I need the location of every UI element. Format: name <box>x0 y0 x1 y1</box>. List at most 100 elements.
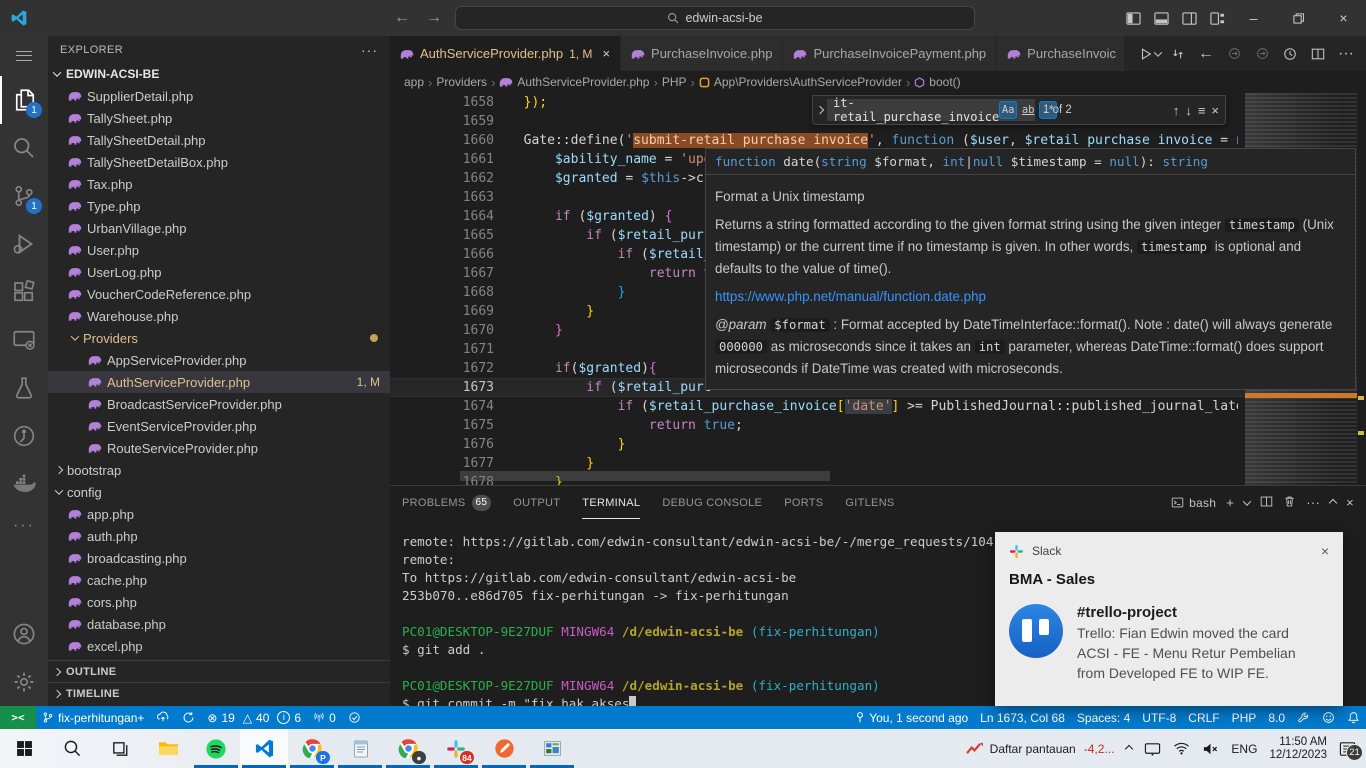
folder-row[interactable]: bootstrap <box>48 459 390 481</box>
file-row[interactable]: VoucherCodeReference.php <box>48 283 390 305</box>
nav-back-icon[interactable]: ← <box>391 9 413 27</box>
customize-layout-icon[interactable] <box>1203 4 1231 32</box>
problems-summary[interactable]: ⊗19 △40 i6 <box>201 711 307 725</box>
language-mode[interactable]: PHP <box>1226 711 1263 725</box>
command-center[interactable]: edwin-acsi-be <box>455 6 975 30</box>
more-views-icon[interactable]: ··· <box>0 508 48 544</box>
file-row[interactable]: TallySheet.php <box>48 107 390 129</box>
file-row[interactable]: BroadcastServiceProvider.php <box>48 393 390 415</box>
git-blame[interactable]: You, 1 second ago <box>849 711 974 725</box>
file-row[interactable]: EventServiceProvider.php <box>48 415 390 437</box>
breadcrumb-item[interactable]: PHP <box>662 75 687 89</box>
tray-expand-icon[interactable] <box>1125 744 1133 752</box>
breadcrumb-item[interactable]: AuthServiceProvider.php <box>499 75 649 89</box>
close-notification-icon[interactable]: × <box>1321 543 1329 559</box>
wifi-icon[interactable] <box>1173 742 1190 755</box>
sidebar-item-docker[interactable] <box>0 460 48 508</box>
git-branch[interactable]: fix-perhitungan+ <box>36 711 150 725</box>
sidebar-item-run-debug[interactable] <box>0 220 48 268</box>
file-row[interactable]: filesystems.php <box>48 657 390 660</box>
panel-tab-gitlens[interactable]: GITLENS <box>845 486 894 519</box>
sidebar-item-testing[interactable] <box>0 364 48 412</box>
file-row[interactable]: database.php <box>48 613 390 635</box>
start-button[interactable] <box>0 729 48 768</box>
breadcrumb-item[interactable]: Providers <box>436 75 487 89</box>
eol-sequence[interactable]: CRLF <box>1182 711 1225 725</box>
file-row[interactable]: excel.php <box>48 635 390 657</box>
file-row[interactable]: SupplierDetail.php <box>48 85 390 107</box>
toggle-secondary-sidebar-icon[interactable] <box>1175 4 1203 32</box>
file-row[interactable]: cors.php <box>48 591 390 613</box>
slack-notification[interactable]: Slack × BMA - Sales #trello-project Trel… <box>995 532 1343 706</box>
nav-forward-icon[interactable]: → <box>423 9 445 27</box>
chrome-dark-profile-icon[interactable]: ● <box>384 729 432 768</box>
vscode-taskbar-icon[interactable] <box>240 729 288 768</box>
go-back-icon[interactable]: ← <box>1194 42 1218 66</box>
panel-tab-debug-console[interactable]: DEBUG CONSOLE <box>662 486 762 519</box>
find-input[interactable]: it-retail_purchase_invoice Aa ab .* <box>827 99 1035 121</box>
terminal-dropdown-icon[interactable] <box>1243 497 1251 505</box>
tab-PurchaseInvoicePayment.php[interactable]: PurchaseInvoicePayment.php <box>783 36 997 71</box>
file-row[interactable]: AppServiceProvider.php <box>48 349 390 371</box>
maximize-panel-icon[interactable] <box>1329 498 1337 506</box>
publish-icon[interactable] <box>150 711 176 724</box>
close-panel-icon[interactable]: × <box>1346 495 1354 510</box>
breadcrumb-item[interactable]: app <box>404 75 424 89</box>
find-in-selection-icon[interactable]: ≡ <box>1198 103 1206 118</box>
close-find-icon[interactable]: × <box>1211 103 1219 118</box>
clock[interactable]: 11:50 AM 12/12/2023 <box>1269 736 1327 762</box>
close-tab-icon[interactable]: × <box>602 46 610 61</box>
panel-tab-output[interactable]: OUTPUT <box>513 486 560 519</box>
sidebar-item-search[interactable] <box>0 124 48 172</box>
timeline-icon[interactable] <box>1278 42 1302 66</box>
kill-terminal-icon[interactable] <box>1283 495 1296 511</box>
sidebar-item-references[interactable] <box>0 412 48 460</box>
action-center-icon[interactable]: 21 <box>1339 741 1356 757</box>
minimize-button[interactable]: – <box>1231 0 1276 36</box>
wrench-icon[interactable] <box>1291 711 1316 724</box>
folder-row[interactable]: Providers <box>48 327 390 349</box>
file-row[interactable]: Tax.php <box>48 173 390 195</box>
outline-section[interactable]: OUTLINE <box>48 660 390 682</box>
file-row[interactable]: RouteServiceProvider.php <box>48 437 390 459</box>
file-row[interactable]: Warehouse.php <box>48 305 390 327</box>
toggle-replace-icon[interactable] <box>813 96 827 124</box>
settings-gear-icon[interactable] <box>0 658 48 706</box>
more-actions-icon[interactable]: ··· <box>1334 42 1358 66</box>
taskbar-search-icon[interactable] <box>48 729 96 768</box>
volume-muted-icon[interactable] <box>1202 742 1219 756</box>
file-row[interactable]: broadcasting.php <box>48 547 390 569</box>
panel-tab-problems[interactable]: PROBLEMS65 <box>402 486 491 519</box>
ports-indicator[interactable]: 0 <box>307 711 342 725</box>
folder-row[interactable]: config <box>48 481 390 503</box>
sidebar-item-extensions[interactable] <box>0 268 48 316</box>
breadcrumb-item[interactable]: boot() <box>914 75 960 89</box>
file-row[interactable]: UserLog.php <box>48 261 390 283</box>
task-view-icon[interactable] <box>96 729 144 768</box>
toggle-panel-icon[interactable] <box>1147 4 1175 32</box>
tab-PurchaseInvoic[interactable]: PurchaseInvoic <box>997 36 1125 71</box>
tab-AuthServiceProvider.php[interactable]: AuthServiceProvider.php1, M× <box>390 36 621 71</box>
file-row[interactable]: User.php <box>48 239 390 261</box>
file-row[interactable]: UrbanVillage.php <box>48 217 390 239</box>
horizontal-scrollbar[interactable] <box>460 471 830 481</box>
php-version[interactable]: 8.0 <box>1262 711 1291 725</box>
encoding[interactable]: UTF-8 <box>1136 711 1182 725</box>
chrome-profile-icon[interactable]: P <box>288 729 336 768</box>
feedback-smiley-icon[interactable] <box>1316 711 1341 724</box>
compare-changes-icon[interactable] <box>1166 42 1190 66</box>
indentation[interactable]: Spaces: 4 <box>1071 711 1136 725</box>
toggle-sidebar-icon[interactable] <box>1119 4 1147 32</box>
sidebar-item-explorer[interactable]: 1 <box>0 76 48 124</box>
new-terminal-icon[interactable]: + <box>1226 495 1234 510</box>
panel-tab-ports[interactable]: PORTS <box>784 486 823 519</box>
explorer-actions-icon[interactable]: ··· <box>361 42 378 58</box>
slack-taskbar-icon[interactable]: 84 <box>432 729 480 768</box>
match-case-toggle[interactable]: Aa <box>999 101 1017 119</box>
split-terminal-icon[interactable] <box>1260 495 1273 511</box>
pen-app-icon[interactable] <box>480 729 528 768</box>
sync-icon[interactable] <box>176 711 201 724</box>
file-row[interactable]: app.php <box>48 503 390 525</box>
maximize-button[interactable] <box>1276 0 1321 36</box>
php-manual-link[interactable]: https://www.php.net/manual/function.date… <box>715 286 986 307</box>
